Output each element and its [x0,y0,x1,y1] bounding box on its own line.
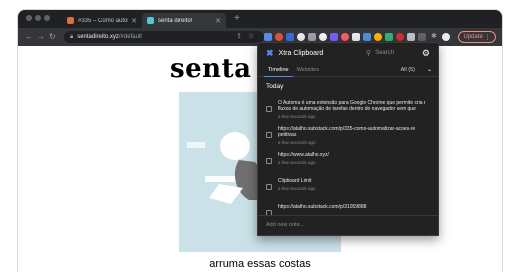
forward-arrow-icon[interactable]: → [37,31,45,43]
clip-text: https://atalho.substack.com/p/335-como-a… [278,126,416,138]
tab-strip: #335 – Como automatizar açõ ✕ senta dire… [18,10,502,28]
share-icon[interactable]: ⇪ [236,31,242,43]
select-checkbox[interactable] [266,158,272,164]
lock-icon: 🔒︎ [70,33,74,40]
popup-header: ✖ Xtra Clipboard ⚲ Search ⚙ [258,43,438,63]
minimize-window-icon[interactable] [35,15,41,21]
list-item[interactable]: https://atalho.substack.com/p/335-como-a… [258,123,438,149]
filter-label: All (5) [400,66,415,73]
extension-icon[interactable] [330,33,338,41]
clip-list[interactable]: O Automa é uma extensão para Google Chro… [258,97,438,215]
extension-icon[interactable] [407,33,415,41]
back-arrow-icon[interactable]: ← [25,31,33,43]
url-path: /#default [118,34,142,40]
xtra-clipboard-logo-icon: ✖ [266,47,274,58]
tab-title: senta direito! [158,17,193,24]
extension-icon[interactable] [319,33,327,41]
extension-icon[interactable] [264,33,272,41]
extension-icon[interactable] [352,33,360,41]
chevron-down-icon: ⌄ [426,67,432,73]
search-input[interactable]: ⚲ Search [366,49,416,57]
tab-timeline[interactable]: Timeline [264,63,293,77]
gear-icon[interactable]: ⚙ [422,48,430,59]
address-bar[interactable]: 🔒︎ sentadireito.xyz /#default [64,31,264,43]
clip-text: O Automa é uma extensão para Google Chro… [278,100,426,112]
page-caption: arruma essas costas [209,258,311,270]
xtra-clipboard-popup: ✖ Xtra Clipboard ⚲ Search ⚙ Timeline Web… [257,42,439,236]
add-note-input[interactable]: Add new note... [258,215,438,235]
close-tab-icon[interactable]: ✕ [215,17,221,25]
new-tab-icon[interactable]: + [234,13,240,25]
extension-icon[interactable] [374,33,382,41]
url-host: sentadireito.xyz [77,34,119,40]
tab-title: #335 – Como automatizar açõ [78,17,128,24]
site-favicon-icon [147,17,154,24]
update-label: Update [463,34,483,40]
select-checkbox[interactable] [266,106,272,112]
section-heading: Today [266,83,284,90]
popup-title: Xtra Clipboard [278,49,324,57]
clip-time: a few seconds ago [278,140,316,145]
select-checkbox[interactable] [266,184,272,190]
update-button[interactable]: Update ⋮ [458,31,496,43]
star-icon[interactable]: ☆ [248,31,254,43]
extension-icon[interactable] [385,33,393,41]
list-item[interactable]: O Automa é uma extensão para Google Chro… [258,97,438,123]
note-placeholder: Add new note... [266,222,305,228]
clip-text: https://atalho.substack.com/p/31059888 [278,204,367,210]
reload-icon[interactable]: ↻ [49,31,56,43]
clip-text: Clipboard Limit [278,178,312,184]
clip-text: https://www.atalho.xyz/ [278,152,329,158]
extension-icon[interactable] [297,33,305,41]
clip-time: a few seconds ago [278,160,316,165]
tab-senta-direito[interactable]: senta direito! ✕ [142,13,226,28]
clip-time: a few seconds ago [278,186,316,191]
list-item[interactable]: Clipboard Limit a few seconds ago [258,175,438,201]
clip-time: a few seconds ago [278,114,316,119]
list-item[interactable]: https://www.atalho.xyz/ a few seconds ag… [258,149,438,175]
extension-icon[interactable] [341,33,349,41]
search-placeholder: Search [375,50,395,56]
select-checkbox[interactable] [266,132,272,138]
extension-icon[interactable] [308,33,316,41]
tab-automa-article[interactable]: #335 – Como automatizar açõ ✕ [62,13,142,28]
substack-favicon-icon [67,17,74,24]
profile-icon[interactable] [442,33,450,41]
tab-websites[interactable]: Websites [293,63,324,77]
extension-icon[interactable] [396,33,404,41]
extension-icon[interactable] [418,33,426,41]
list-item[interactable]: https://atalho.substack.com/p/31059888 [258,201,438,215]
popup-tabs: Timeline Websites All (5) ⌄ [258,63,438,77]
maximize-window-icon[interactable] [44,15,50,21]
close-window-icon[interactable] [26,15,32,21]
extension-icon[interactable] [363,33,371,41]
xtra-clipboard-extension-icon[interactable] [286,33,294,41]
filter-dropdown[interactable]: All (5) ⌄ [400,66,432,74]
extension-icon[interactable] [275,33,283,41]
search-icon: ⚲ [365,50,372,57]
close-tab-icon[interactable]: ✕ [131,17,137,25]
